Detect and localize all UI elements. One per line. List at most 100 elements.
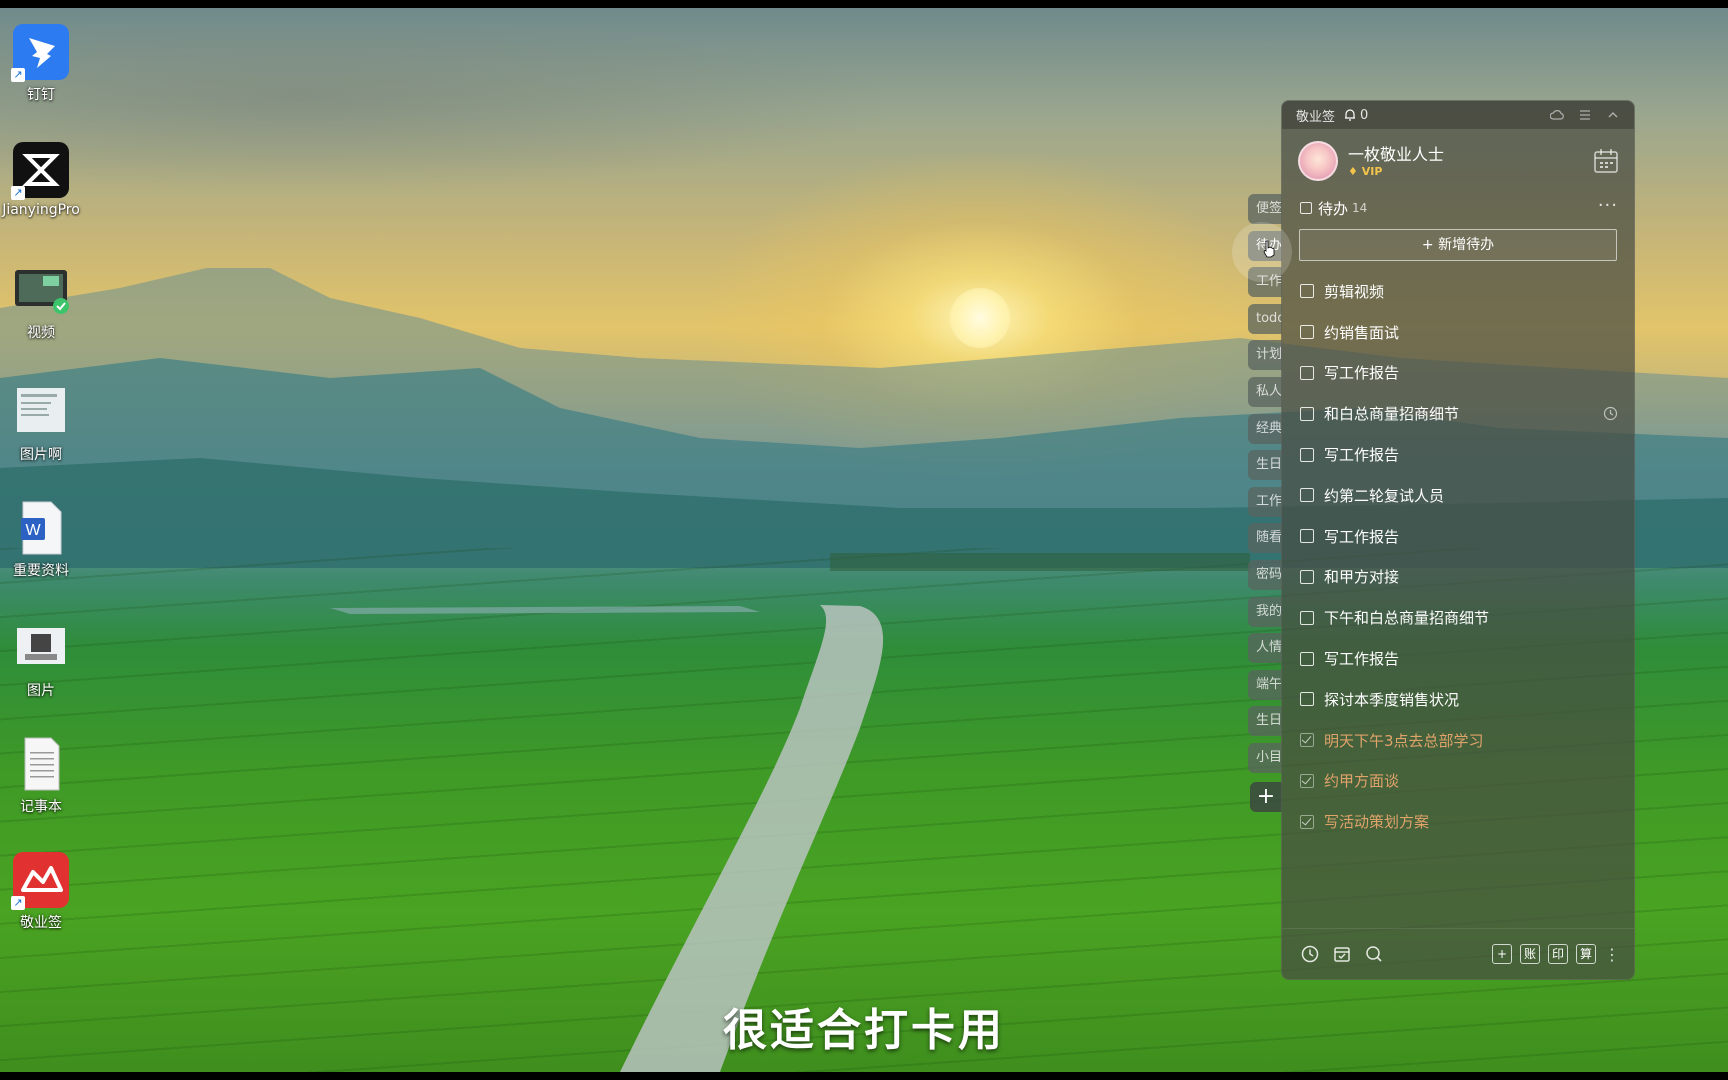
todo-item[interactable]: 剪辑视频: [1282, 271, 1634, 312]
add-category-button[interactable]: +: [1250, 782, 1282, 812]
todo-item[interactable]: 写工作报告: [1282, 516, 1634, 557]
archive-icon[interactable]: [1332, 944, 1352, 964]
todo-item-done[interactable]: 明天下午3点去总部学习: [1282, 720, 1634, 761]
desktop-icon-dingtalk[interactable]: ↗ 钉钉: [0, 24, 82, 104]
user-profile: 一枚敬业人士 ♦ VIP: [1282, 129, 1634, 193]
todo-checkbox[interactable]: [1300, 651, 1314, 666]
todo-checkbox[interactable]: [1300, 488, 1314, 503]
shortcut-arrow-icon: ↗: [11, 896, 25, 910]
desktop-icon-label: 视频: [27, 325, 55, 341]
menu-icon[interactable]: [1578, 108, 1592, 122]
add-note-button[interactable]: +: [1492, 944, 1512, 964]
tab-category[interactable]: 工作: [1248, 486, 1282, 517]
todo-text: 和甲方对接: [1324, 568, 1400, 587]
desktop-icon-label: 敬业签: [20, 915, 62, 931]
tab-category[interactable]: 端午: [1248, 669, 1282, 700]
vip-diamond-icon: ♦: [1348, 165, 1358, 178]
tab-category[interactable]: 随看: [1248, 523, 1282, 554]
clock-icon[interactable]: [1603, 406, 1618, 421]
image-icon: [13, 620, 69, 676]
todo-checkbox[interactable]: [1300, 610, 1314, 625]
tab-category[interactable]: 生日: [1248, 450, 1282, 481]
todo-item[interactable]: 和白总商量招商细节: [1282, 393, 1634, 434]
tab-category[interactable]: 私人: [1248, 376, 1282, 407]
desktop-icon-word-doc[interactable]: W 重要资料: [0, 500, 82, 580]
todo-item[interactable]: 下午和白总商量招商细节: [1282, 597, 1634, 638]
sticky-note-panel: 敬业签 0 一枚敬业人士 ♦ VIP 待办 14 ··· + 新增待办 剪辑视频…: [1281, 100, 1635, 980]
video-folder-icon: [13, 262, 69, 318]
todo-checkbox[interactable]: [1300, 325, 1314, 340]
panel-titlebar[interactable]: 敬业签 0: [1282, 101, 1634, 129]
more-options-button[interactable]: ···: [1598, 195, 1618, 216]
todo-text: 下午和白总商量招商细节: [1324, 609, 1490, 628]
todo-checkbox[interactable]: [1300, 365, 1314, 380]
todo-checkbox[interactable]: [1300, 529, 1314, 544]
todo-text: 和白总商量招商细节: [1324, 405, 1460, 424]
vip-badge: ♦ VIP: [1348, 165, 1382, 178]
app-title: 敬业签: [1296, 109, 1336, 125]
todo-checkbox[interactable]: [1300, 569, 1314, 584]
todo-checkbox-checked[interactable]: [1300, 814, 1314, 829]
todo-text: 约第二轮复试人员: [1324, 486, 1445, 505]
todo-text: 写工作报告: [1324, 364, 1400, 383]
panel-footer-toolbar: + 账 印 算 ⋮: [1282, 928, 1634, 979]
shortcut-arrow-icon: ↗: [11, 68, 25, 82]
tab-category[interactable]: 生日: [1248, 706, 1282, 737]
todo-text: 剪辑视频: [1324, 282, 1385, 301]
tab-category[interactable]: 便签: [1248, 194, 1282, 224]
desktop-icon-image[interactable]: 图片: [0, 620, 82, 700]
todo-item-done[interactable]: 写活动策划方案: [1282, 801, 1634, 842]
desktop-icon-notepad[interactable]: 记事本: [0, 736, 82, 816]
jianying-icon: ↗: [11, 142, 69, 200]
todo-checkbox[interactable]: [1300, 406, 1314, 421]
todo-text: 约甲方面谈: [1324, 772, 1400, 791]
tab-category[interactable]: 计划: [1248, 340, 1282, 371]
desktop-icon-label: 钉钉: [27, 87, 55, 103]
print-button[interactable]: 印: [1548, 944, 1568, 964]
calendar-icon[interactable]: [1592, 147, 1620, 175]
calculator-button[interactable]: 算: [1576, 944, 1596, 964]
hand-cursor-icon: [1263, 240, 1275, 258]
todo-item[interactable]: 和甲方对接: [1282, 557, 1634, 598]
todo-checkbox[interactable]: [1300, 284, 1314, 299]
ledger-button[interactable]: 账: [1520, 944, 1540, 964]
jingyeqian-icon: ↗: [11, 852, 69, 910]
desktop-icon-jingyeqian[interactable]: ↗ 敬业签: [0, 852, 82, 932]
todo-item[interactable]: 探讨本季度销售状况: [1282, 679, 1634, 720]
todo-item-done[interactable]: 约甲方面谈: [1282, 761, 1634, 802]
todo-text: 写活动策划方案: [1324, 813, 1430, 832]
vip-label: VIP: [1361, 165, 1383, 178]
desktop-icon-jianying[interactable]: ↗ JianyingPro: [0, 142, 82, 218]
history-clock-icon[interactable]: [1300, 944, 1320, 964]
avatar[interactable]: [1298, 141, 1338, 181]
todo-checkbox[interactable]: [1300, 692, 1314, 707]
tab-category[interactable]: 经典: [1248, 413, 1282, 444]
cloud-sync-icon[interactable]: [1550, 108, 1564, 122]
tab-category[interactable]: 密码: [1248, 559, 1282, 590]
desktop-icon-image-doc[interactable]: 图片啊: [0, 384, 82, 464]
desktop-icon-label: 重要资料: [13, 563, 69, 579]
desktop-icon-video[interactable]: 视频: [0, 262, 82, 342]
desktop-icon-label: 记事本: [20, 799, 62, 815]
todo-item[interactable]: 约销售面试: [1282, 312, 1634, 353]
todo-item[interactable]: 写工作报告: [1282, 638, 1634, 679]
reminder-button[interactable]: 0: [1343, 108, 1368, 123]
notepad-icon: [13, 736, 69, 792]
tab-category[interactable]: 小目: [1248, 742, 1282, 773]
more-tools-icon[interactable]: ⋮: [1604, 945, 1620, 964]
reminder-count: 0: [1360, 107, 1369, 123]
todo-text: 写工作报告: [1324, 527, 1400, 546]
todo-item[interactable]: 写工作报告: [1282, 434, 1634, 475]
dingtalk-icon: ↗: [11, 24, 69, 82]
todo-checkbox-checked[interactable]: [1300, 773, 1314, 788]
collapse-icon[interactable]: [1606, 108, 1620, 122]
add-todo-button[interactable]: + 新增待办: [1299, 229, 1617, 261]
tab-category[interactable]: todo: [1248, 303, 1282, 334]
todo-item[interactable]: 约第二轮复试人员: [1282, 475, 1634, 516]
tab-category[interactable]: 人情: [1248, 633, 1282, 664]
todo-checkbox-checked[interactable]: [1300, 733, 1314, 748]
todo-checkbox[interactable]: [1300, 447, 1314, 462]
tab-category[interactable]: 我的: [1248, 596, 1282, 627]
todo-item[interactable]: 写工作报告: [1282, 353, 1634, 394]
search-icon[interactable]: [1364, 944, 1384, 964]
